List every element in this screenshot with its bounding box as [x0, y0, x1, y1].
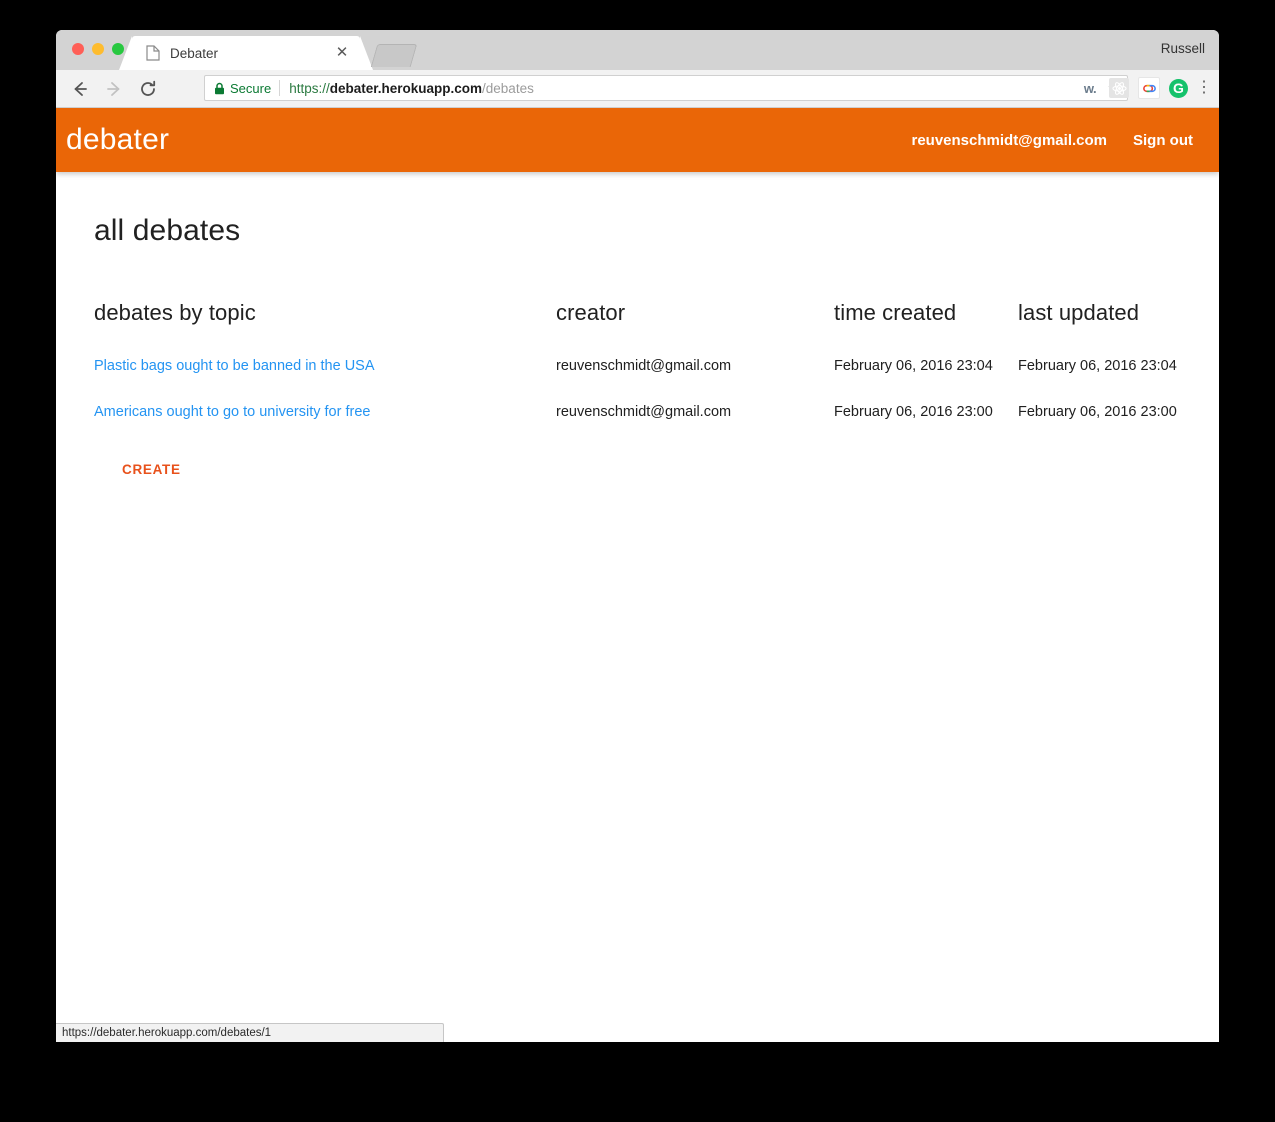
address-bar-url: https://debater.herokuapp.com/debates: [289, 81, 534, 96]
table-header-row: debates by topic creator time created la…: [94, 300, 1214, 358]
cell-last-updated: February 06, 2016 23:00: [1018, 404, 1177, 420]
wikiwand-extension-icon[interactable]: w.: [1080, 78, 1100, 98]
column-header-creator: creator: [556, 300, 626, 325]
lock-icon: [214, 82, 225, 95]
browser-window: Debater ✕ Russell Secure https://debater…: [56, 30, 1219, 1042]
omnibox-divider: [279, 80, 281, 96]
back-arrow-icon[interactable]: [66, 75, 94, 103]
status-bubble-url: https://debater.herokuapp.com/debates/1: [62, 1027, 272, 1039]
new-tab-button[interactable]: [370, 44, 418, 67]
cell-creator: reuvenschmidt@gmail.com: [556, 358, 732, 374]
minimize-window-button[interactable]: [92, 43, 104, 55]
react-devtools-extension-icon[interactable]: [1109, 78, 1129, 98]
header-right: reuvenschmidt@gmail.com Sign out: [911, 132, 1193, 149]
page-viewport: debater reuvenschmidt@gmail.com Sign out…: [56, 108, 1219, 1042]
browser-tab-debater[interactable]: Debater ✕: [119, 36, 373, 70]
address-bar[interactable]: Secure https://debater.herokuapp.com/deb…: [204, 75, 1128, 101]
column-header-last-updated: last updated: [1018, 300, 1140, 325]
google-extension-icon[interactable]: [1138, 77, 1160, 99]
url-path: /debates: [482, 80, 534, 96]
chrome-menu-icon[interactable]: ⋮: [1196, 78, 1212, 98]
column-header-topic: debates by topic: [94, 300, 256, 325]
sign-out-link[interactable]: Sign out: [1133, 132, 1193, 149]
window-controls: [72, 43, 124, 55]
status-bubble: https://debater.herokuapp.com/debates/1: [56, 1023, 444, 1042]
url-host: debater.herokuapp.com: [329, 80, 483, 96]
table-row: Plastic bags ought to be banned in the U…: [94, 358, 1214, 404]
cell-topic: Plastic bags ought to be banned in the U…: [94, 358, 556, 404]
table-row: Americans ought to go to university for …: [94, 404, 1214, 450]
app-header: debater reuvenschmidt@gmail.com Sign out: [56, 108, 1219, 172]
close-window-button[interactable]: [72, 43, 84, 55]
extension-icons: w. G ⋮: [1080, 75, 1212, 101]
page-title: all debates: [94, 214, 241, 247]
secure-label: Secure: [230, 80, 272, 96]
cell-topic: Americans ought to go to university for …: [94, 404, 556, 450]
close-icon[interactable]: ✕: [334, 45, 350, 61]
column-header-time-created: time created: [834, 300, 957, 325]
cell-creator: reuvenschmidt@gmail.com: [556, 404, 732, 420]
grammarly-extension-icon[interactable]: G: [1169, 78, 1188, 98]
debates-table: debates by topic creator time created la…: [94, 300, 1214, 450]
cell-last-updated: February 06, 2016 23:04: [1018, 358, 1177, 374]
user-email: reuvenschmidt@gmail.com: [911, 131, 1107, 149]
main-content: all debates debates by topic creator tim…: [56, 172, 1219, 483]
browser-toolbar: Secure https://debater.herokuapp.com/deb…: [56, 70, 1219, 108]
document-icon: [146, 45, 160, 61]
brand-logo[interactable]: debater: [66, 123, 169, 157]
cell-time-created: February 06, 2016 23:04: [834, 358, 993, 374]
url-scheme: https://: [289, 80, 330, 96]
debate-link[interactable]: Americans ought to go to university for …: [94, 404, 370, 420]
debate-link[interactable]: Plastic bags ought to be banned in the U…: [94, 358, 375, 374]
profile-name[interactable]: Russell: [1161, 41, 1205, 56]
create-button[interactable]: CREATE: [114, 456, 189, 483]
forward-arrow-icon: [100, 75, 128, 103]
browser-tab-strip: Debater ✕ Russell: [56, 30, 1219, 70]
reload-icon[interactable]: [134, 75, 162, 103]
tab-title: Debater: [170, 45, 219, 61]
screen: Debater ✕ Russell Secure https://debater…: [0, 0, 1275, 1122]
cell-time-created: February 06, 2016 23:00: [834, 404, 993, 420]
